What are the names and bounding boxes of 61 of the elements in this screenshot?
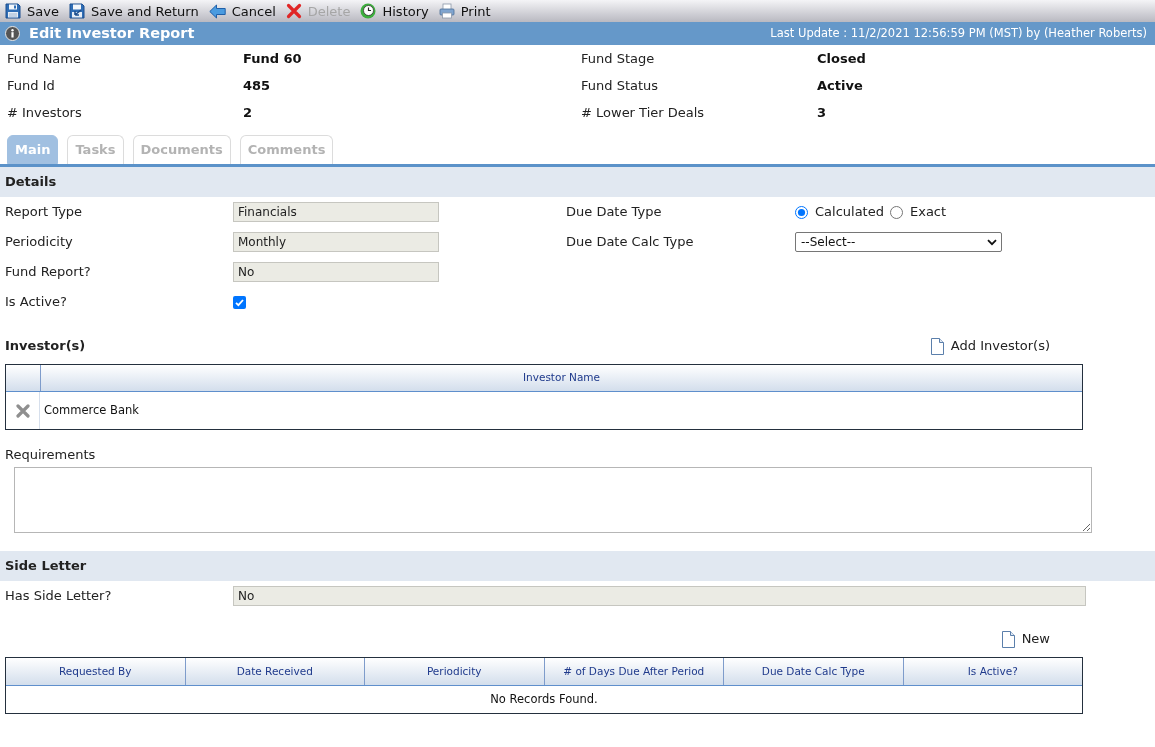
new-link[interactable]: New [1001, 629, 1050, 649]
column-header: Periodicity [364, 658, 544, 685]
cross-icon [285, 3, 302, 19]
column-header: # of Days Due After Period [543, 658, 723, 685]
history-button[interactable]: History [360, 3, 429, 19]
summary-value: 3 [817, 103, 827, 122]
save-button[interactable]: Save [5, 3, 59, 19]
field-label: Fund Report? [5, 263, 92, 282]
column-header: Is Active? [902, 658, 1082, 685]
input-field[interactable]: No [233, 262, 439, 282]
summary-label: # Investors [7, 103, 82, 122]
field-label: Periodicity [5, 233, 74, 252]
field-label: Report Type [5, 203, 84, 222]
print-button[interactable]: Print [438, 3, 491, 19]
summary-label: # Lower Tier Deals [581, 103, 705, 122]
section-title: Investor(s) [5, 337, 86, 356]
field-label: Has Side Letter? [5, 587, 113, 606]
summary-label: Fund Id [7, 76, 55, 95]
radio-button[interactable] [795, 205, 808, 219]
checkbox[interactable] [233, 295, 246, 309]
field-label: Due Date Calc Type [566, 233, 695, 252]
save-and-return-button[interactable]: Save and Return [68, 3, 199, 19]
document-icon [1001, 630, 1015, 648]
left-arrow-icon [208, 3, 226, 19]
column-header: Date Received [184, 658, 364, 685]
summary-label: Fund Stage [581, 49, 655, 68]
cancel-button[interactable]: Cancel [208, 3, 276, 19]
field-label: Requirements [5, 447, 96, 462]
summary-value: Closed [817, 49, 866, 68]
input-field[interactable]: No [233, 586, 1086, 606]
summary-label: Fund Name [7, 49, 81, 68]
document-icon [930, 337, 944, 355]
column-header: Investor Name [40, 365, 1082, 391]
field-label: Due Date Type [566, 203, 663, 222]
delete-icon[interactable] [15, 403, 30, 418]
input-field[interactable]: Monthly [233, 232, 439, 252]
last-update-text: Last Update : 11/2/2021 12:56:59 PM (MST) by (Heather Roberts) [770, 24, 1147, 42]
summary-value: Active [817, 76, 863, 95]
summary-value: 485 [243, 76, 271, 95]
column-header: Requested By [58, 663, 133, 679]
clock-icon [360, 3, 377, 19]
field-label: Is Active? [5, 293, 68, 312]
chevron-down-icon [987, 238, 997, 246]
radio-label[interactable]: Exact [909, 202, 947, 222]
input-field[interactable]: Financials [233, 202, 439, 222]
empty-message: No Records Found. [490, 690, 598, 708]
section-title: Details [5, 173, 57, 192]
table-cell-text: Commerce Bank [44, 401, 139, 419]
add-investor-link[interactable]: Add Investor(s) [930, 336, 1050, 356]
summary-value: Fund 60 [243, 49, 302, 68]
page-title: Edit Investor Report [29, 23, 195, 43]
printer-icon [438, 3, 455, 19]
info-icon [5, 26, 20, 41]
text-area[interactable] [14, 467, 1092, 533]
radio-label[interactable]: Calculated [815, 202, 884, 222]
summary-value: 2 [243, 103, 253, 122]
radio-button[interactable] [889, 205, 903, 219]
dropdown[interactable]: --Select-- [795, 232, 1002, 252]
summary-label: Fund Status [581, 76, 659, 95]
column-header: Due Date Calc Type [723, 658, 903, 685]
section-title: Side Letter [5, 557, 87, 576]
